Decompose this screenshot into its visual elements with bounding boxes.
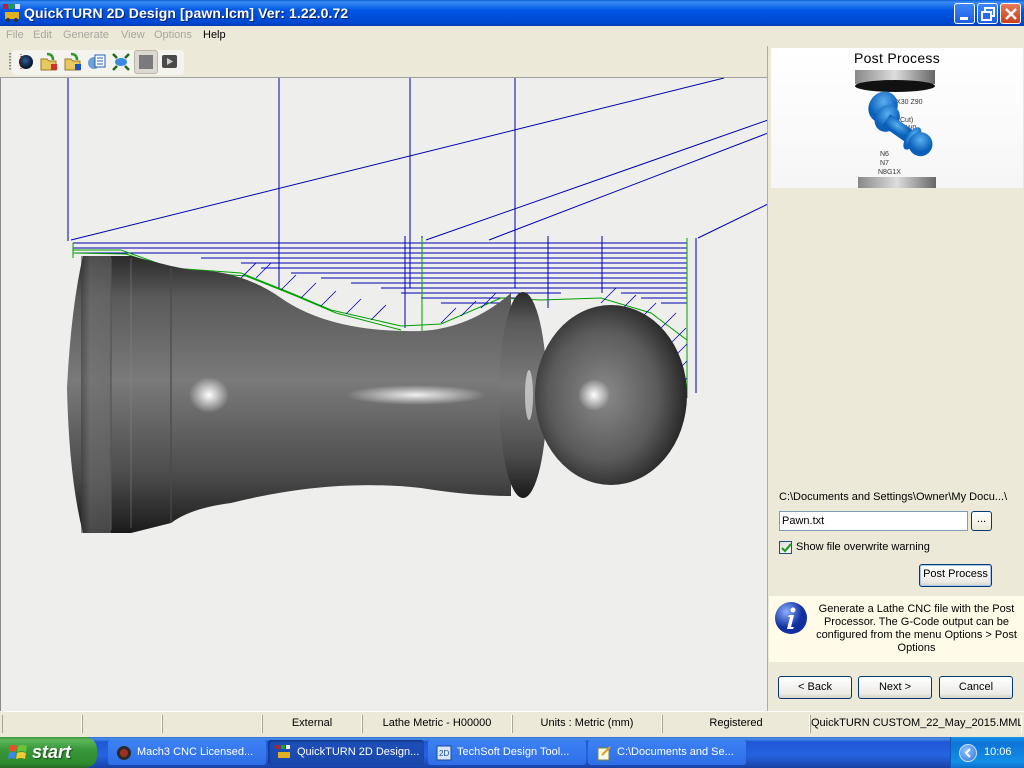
system-tray: 10:06 — [950, 737, 1024, 768]
toolpath-rapid-lines — [67, 78, 767, 288]
svg-text:N7: N7 — [880, 160, 889, 167]
start-label: start — [32, 742, 72, 762]
taskbar-item-label: TechSoft Design Tool... — [457, 746, 570, 758]
menu-bar: File Edit Generate View Options Help — [0, 26, 1024, 46]
start-button[interactable]: start — [0, 737, 97, 768]
show-hidden-icons-button[interactable] — [959, 744, 977, 762]
zoom-fit-icon — [112, 53, 130, 71]
status-cell-registration: Registered — [662, 715, 810, 733]
panel-header: Post Process T X30 Z90 Cut) 0W0 N6 N7 N8… — [771, 48, 1023, 188]
svg-text:2D: 2D — [439, 749, 449, 758]
toolbar-grip[interactable] — [9, 53, 11, 71]
panel-title: Post Process — [853, 50, 941, 66]
menu-file[interactable]: File — [6, 29, 24, 41]
output-path-label: C:\Documents and Settings\Owner\My Docu.… — [779, 491, 1008, 503]
minimize-icon — [960, 17, 968, 20]
pawn-base-ring — [81, 256, 111, 533]
mach3-icon — [117, 746, 131, 760]
cancel-button[interactable]: Cancel — [939, 676, 1013, 699]
next-button[interactable]: Next > — [858, 676, 932, 699]
status-cell — [82, 715, 162, 733]
menu-options[interactable]: Options — [154, 29, 192, 41]
techsoft-icon: 2D — [436, 745, 452, 761]
pawn-head — [535, 305, 687, 485]
overwrite-warning-checkbox[interactable] — [779, 541, 792, 554]
status-cell — [2, 715, 82, 733]
window-view-icon — [88, 54, 106, 69]
info-box: Generate a Lathe CNC file with the Post … — [769, 596, 1024, 662]
status-cell — [162, 715, 262, 733]
play-button[interactable] — [160, 52, 180, 72]
open-folder-blue-icon — [64, 52, 81, 71]
zoom-fit-button[interactable] — [111, 52, 131, 72]
post-process-button[interactable]: Post Process — [919, 564, 992, 587]
menu-generate[interactable]: Generate — [63, 29, 109, 41]
menu-help[interactable]: Help — [203, 29, 226, 41]
restore-button[interactable] — [977, 3, 998, 24]
status-cell-postprocessor: External — [262, 715, 362, 733]
title-bar[interactable]: QuickTURN 2D Design [pawn.lcm] Ver: 1.22… — [0, 0, 1024, 26]
taskbar-item-label: Mach3 CNC Licensed... — [137, 746, 254, 758]
browse-button[interactable]: ... — [971, 511, 992, 531]
overwrite-warning-label: Show file overwrite warning — [796, 541, 930, 553]
clock[interactable]: 10:06 — [984, 746, 1012, 758]
minimize-button[interactable] — [954, 3, 975, 24]
status-cell-units: Units : Metric (mm) — [512, 715, 662, 733]
status-cell-config: QuickTURN CUSTOM_22_May_2015.MML — [810, 715, 1022, 733]
checkmark-icon — [781, 543, 792, 553]
back-button[interactable]: < Back — [778, 676, 852, 699]
windows-logo-icon — [8, 745, 27, 759]
taskbar-item-label: QuickTURN 2D Design... — [297, 746, 420, 758]
application-window: QuickTURN 2D Design [pawn.lcm] Ver: 1.22… — [0, 0, 1024, 768]
window-view-button[interactable] — [87, 52, 107, 72]
quickturn-icon — [276, 745, 290, 758]
open-folder-red-icon — [40, 52, 57, 71]
close-button[interactable] — [1000, 3, 1021, 24]
svg-text:N6: N6 — [880, 151, 889, 158]
taskbar-item-label: C:\Documents and Se... — [617, 746, 734, 758]
play-icon — [162, 55, 177, 68]
info-message: Generate a Lathe CNC file with the Post … — [816, 603, 1017, 654]
taskbar-item-mach3[interactable]: Mach3 CNC Licensed... — [108, 740, 266, 765]
pawn-3d-scene — [67, 78, 767, 533]
close-icon — [1005, 8, 1017, 20]
save-file-button[interactable] — [63, 52, 83, 72]
taskbar-item-techsoft[interactable]: 2D TechSoft Design Tool... — [428, 740, 586, 765]
restore-icon — [981, 7, 995, 21]
specular-highlight — [346, 385, 486, 405]
view-3d-sphere-icon — [19, 54, 33, 70]
status-bar: External Lathe Metric - H00000 Units : M… — [0, 711, 1024, 735]
window-title: QuickTURN 2D Design [pawn.lcm] Ver: 1.22… — [24, 5, 349, 21]
taskbar-item-notepad[interactable]: C:\Documents and Se... — [588, 740, 746, 765]
stop-icon — [139, 55, 153, 69]
specular-highlight — [189, 377, 229, 413]
menu-view[interactable]: View — [121, 29, 145, 41]
chevron-left-icon — [964, 748, 971, 758]
taskbar: start Mach3 CNC Licensed... QuickTURN 2D… — [0, 737, 1024, 768]
stop-button[interactable] — [134, 50, 158, 74]
open-file-button[interactable] — [39, 52, 59, 72]
post-process-panel: Post Process T X30 Z90 Cut) 0W0 N6 N7 N8… — [767, 46, 1024, 711]
taskbar-item-quickturn[interactable]: QuickTURN 2D Design... — [268, 740, 424, 765]
filename-input[interactable]: Pawn.txt — [779, 511, 968, 531]
post-process-illustration: T X30 Z90 Cut) 0W0 N6 N7 N8G1X — [855, 70, 936, 188]
svg-text:N8G1X: N8G1X — [878, 169, 901, 176]
toolbar — [0, 47, 767, 78]
3d-viewport[interactable] — [0, 78, 767, 711]
status-cell-machine: Lathe Metric - H00000 — [362, 715, 512, 733]
menu-edit[interactable]: Edit — [33, 29, 52, 41]
quickturn-app-icon — [3, 4, 21, 22]
specular-highlight — [578, 379, 610, 411]
info-icon — [775, 602, 807, 634]
view-3d-button[interactable] — [15, 52, 35, 72]
notepad-icon — [597, 746, 611, 761]
